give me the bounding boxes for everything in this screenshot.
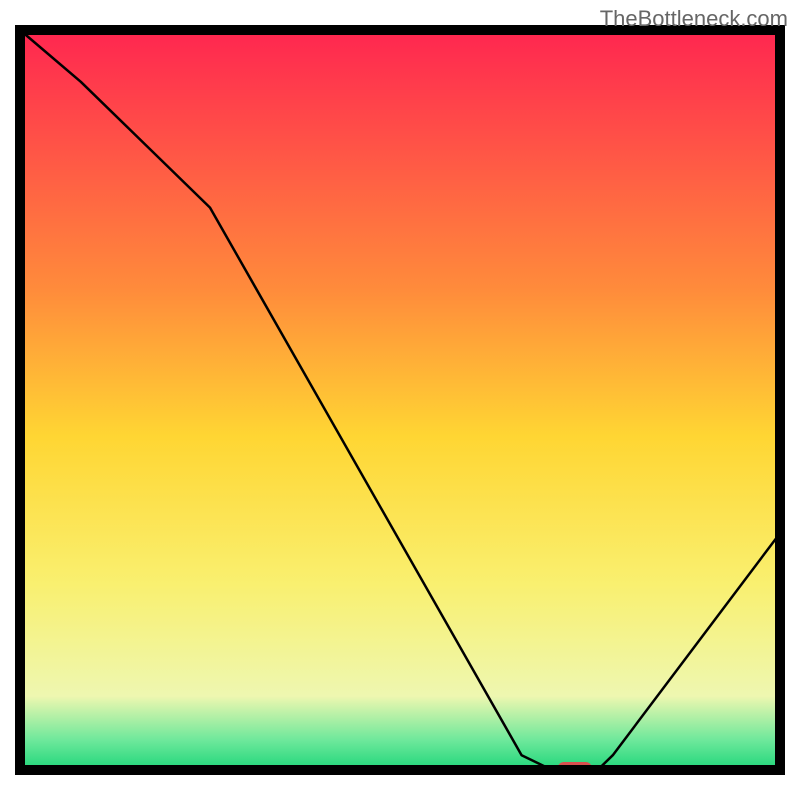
- watermark-text: TheBottleneck.com: [600, 6, 788, 32]
- bottleneck-chart: [0, 0, 800, 800]
- chart-container: TheBottleneck.com: [0, 0, 800, 800]
- gradient-background: [20, 30, 780, 770]
